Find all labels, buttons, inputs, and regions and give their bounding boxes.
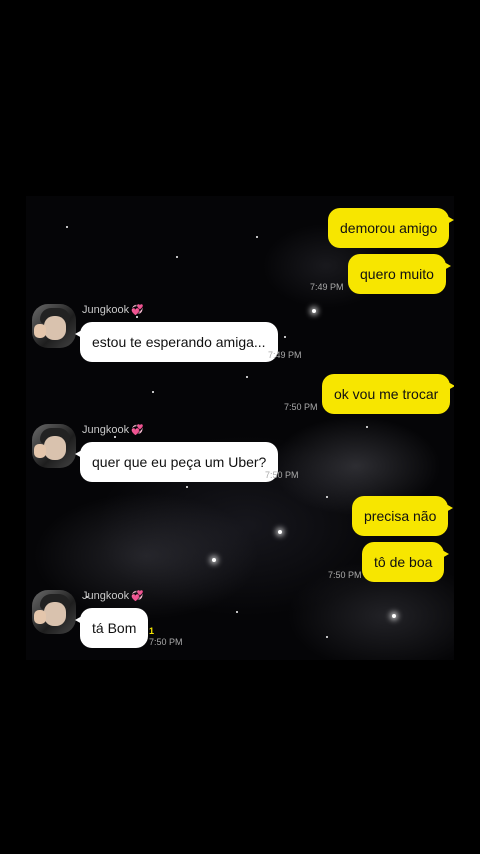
message-timestamp: 7:50 PM: [149, 637, 183, 647]
star: [186, 486, 188, 488]
message-timestamp: 7:50 PM: [328, 570, 362, 580]
incoming-message-bubble[interactable]: tá Bom: [74, 608, 149, 648]
star: [246, 376, 248, 378]
heart-emoji: 💞: [131, 425, 144, 436]
contact-avatar[interactable]: [32, 424, 76, 468]
outgoing-message-bubble[interactable]: tô de boa: [362, 542, 450, 582]
star: [326, 636, 328, 638]
message-timestamp: 7:50 PM: [284, 402, 318, 412]
star: [212, 558, 216, 562]
star: [176, 256, 178, 258]
star: [114, 436, 116, 438]
sender-name: Jungkook 💞: [82, 424, 144, 436]
contact-avatar[interactable]: [32, 304, 76, 348]
star: [256, 236, 258, 238]
message-timestamp: 7:50 PM: [265, 470, 299, 480]
heart-emoji: 💞: [131, 305, 144, 316]
unread-count: 1: [149, 626, 155, 636]
outgoing-message-bubble[interactable]: ok vou me trocar: [322, 374, 454, 414]
sender-name: Jungkook 💞: [82, 304, 144, 316]
star: [136, 316, 138, 318]
contact-avatar[interactable]: [32, 590, 76, 634]
star: [392, 614, 396, 618]
outgoing-message-bubble[interactable]: precisa não: [352, 496, 454, 536]
star: [66, 226, 68, 228]
star: [152, 391, 154, 393]
star: [284, 336, 286, 338]
star: [366, 426, 368, 428]
star: [326, 496, 328, 498]
outgoing-message-bubble[interactable]: demorou amigo: [328, 208, 454, 248]
incoming-message-bubble[interactable]: quer que eu peça um Uber?: [74, 442, 279, 482]
star: [278, 530, 282, 534]
star: [312, 309, 316, 313]
sender-name: Jungkook 💞: [82, 590, 144, 602]
outgoing-message-bubble[interactable]: quero muito: [348, 254, 451, 294]
chat-area[interactable]: demorou amigo quero muito 7:49 PM Jungko…: [26, 196, 454, 660]
heart-emoji: 💞: [131, 591, 144, 602]
star: [236, 611, 238, 613]
incoming-message-bubble[interactable]: estou te esperando amiga...: [75, 322, 278, 362]
message-timestamp: 7:49 PM: [268, 350, 302, 360]
message-timestamp: 7:49 PM: [310, 282, 344, 292]
